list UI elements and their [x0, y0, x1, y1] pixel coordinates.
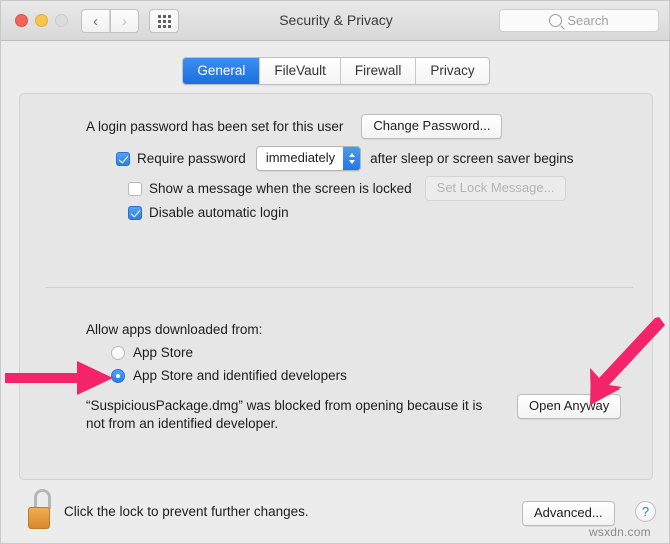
popup-stepper-arrows-icon[interactable]	[343, 147, 361, 170]
unlocked-padlock-icon[interactable]	[28, 489, 56, 531]
back-button[interactable]: ‹	[81, 9, 110, 33]
tab-filevault[interactable]: FileVault	[260, 58, 341, 84]
grid-icon	[157, 14, 171, 28]
disable-automatic-login-row: Disable automatic login	[128, 205, 289, 220]
section-divider	[45, 287, 633, 288]
show-lock-message-label: Show a message when the screen is locked	[149, 181, 412, 196]
lock-hint-text: Click the lock to prevent further change…	[64, 504, 309, 519]
window-titlebar: ‹ › Security & Privacy Search	[1, 1, 669, 41]
padlock-body	[28, 507, 50, 529]
radio-row-app-store[interactable]: App Store	[111, 345, 193, 360]
minimize-window-button[interactable]	[35, 14, 48, 27]
chevron-left-icon: ‹	[93, 12, 98, 30]
forward-button: ›	[110, 9, 139, 33]
require-password-delay-popup[interactable]: immediately	[255, 146, 362, 171]
padlock-shackle	[33, 489, 51, 515]
close-window-button[interactable]	[15, 14, 28, 27]
change-password-button[interactable]: Change Password...	[361, 114, 503, 139]
annotation-arrow-right	[590, 317, 665, 405]
radio-app-store-label: App Store	[133, 345, 194, 360]
watermark: wsxdn.com	[589, 525, 651, 539]
chevron-right-icon: ›	[122, 12, 127, 30]
disable-automatic-login-checkbox[interactable]	[128, 205, 142, 220]
allow-apps-label: Allow apps downloaded from:	[86, 322, 263, 337]
tab-general[interactable]: General	[183, 58, 261, 84]
search-icon	[549, 14, 563, 27]
search-field[interactable]: Search	[499, 9, 659, 32]
tab-bar: General FileVault Firewall Privacy	[1, 57, 669, 85]
require-password-delay-value: immediately	[265, 150, 336, 165]
annotation-arrow-left	[5, 361, 113, 395]
login-password-status-text: A login password has been set for this u…	[86, 119, 344, 134]
require-password-row: Require password immediately after sleep…	[116, 146, 574, 171]
tab-firewall[interactable]: Firewall	[340, 58, 417, 84]
show-lock-message-checkbox[interactable]	[128, 181, 142, 196]
zoom-window-button	[55, 14, 68, 27]
require-password-checkbox[interactable]	[116, 151, 130, 166]
search-placeholder: Search	[567, 13, 609, 28]
disable-automatic-login-label: Disable automatic login	[149, 205, 289, 220]
security-privacy-window: ‹ › Security & Privacy Search General Fi…	[0, 0, 670, 544]
radio-row-app-store-and-identified-developers[interactable]: App Store and identified developers	[111, 368, 347, 383]
tab-privacy[interactable]: Privacy	[416, 58, 489, 84]
general-pane: A login password has been set for this u…	[19, 93, 653, 480]
login-password-row: A login password has been set for this u…	[86, 114, 503, 139]
blocked-app-message: “SuspiciousPackage.dmg” was blocked from…	[86, 398, 483, 431]
show-lock-message-row: Show a message when the screen is locked…	[128, 176, 567, 201]
require-password-label: Require password	[137, 151, 246, 166]
advanced-button[interactable]: Advanced...	[522, 501, 615, 526]
set-lock-message-button: Set Lock Message...	[424, 176, 567, 201]
radio-identified-developers-label: App Store and identified developers	[133, 368, 347, 383]
show-all-preferences-button[interactable]	[149, 9, 179, 33]
help-button[interactable]: ?	[635, 501, 656, 522]
require-password-suffix-label: after sleep or screen saver begins	[370, 151, 574, 166]
